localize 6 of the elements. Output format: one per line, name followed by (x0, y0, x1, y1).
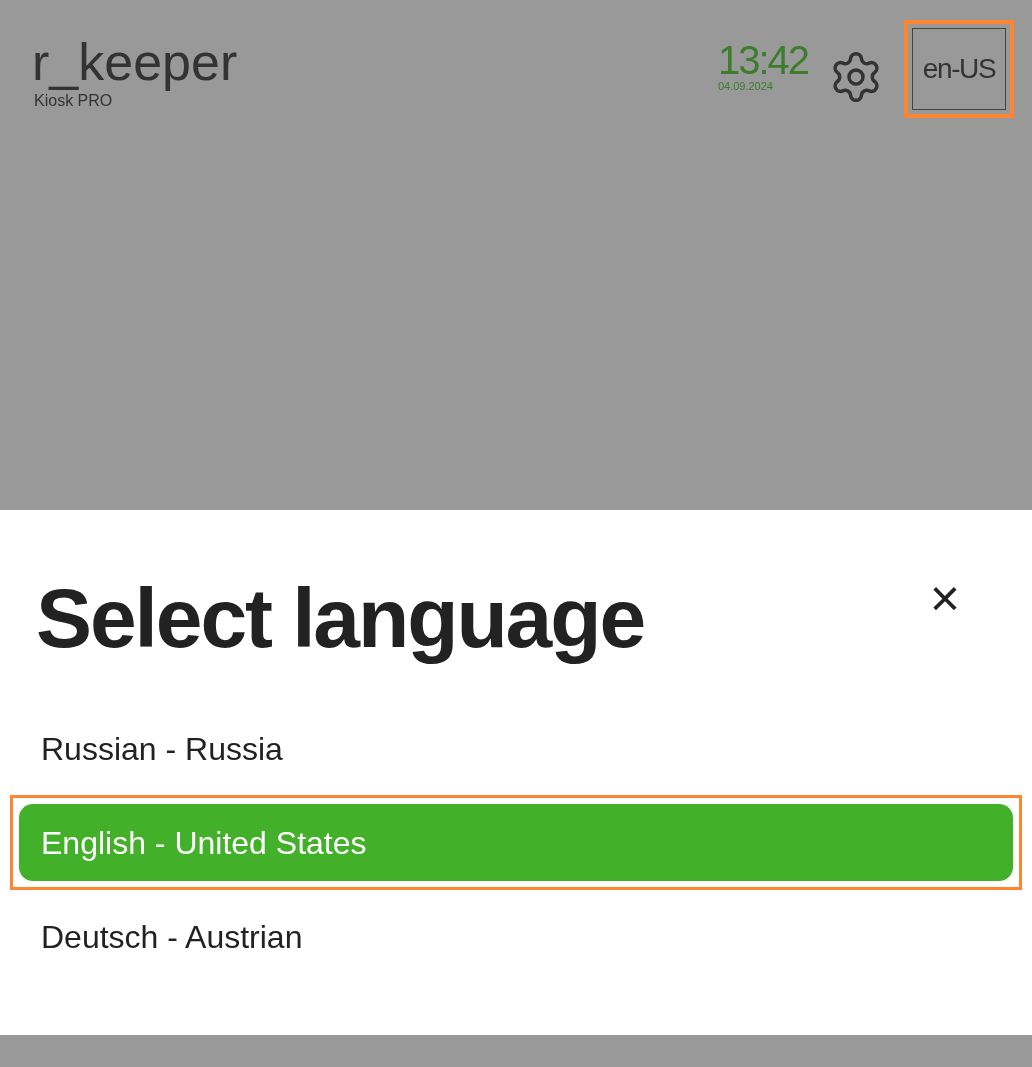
dialog-title: Select language (36, 570, 645, 666)
clock-date: 04.09.2024 (717, 80, 774, 92)
subtitle: Kiosk PRO (34, 92, 113, 110)
language-button[interactable]: en-US (912, 28, 1006, 110)
close-button[interactable]: × (929, 572, 960, 624)
clock-time: 13:42 (717, 40, 808, 80)
